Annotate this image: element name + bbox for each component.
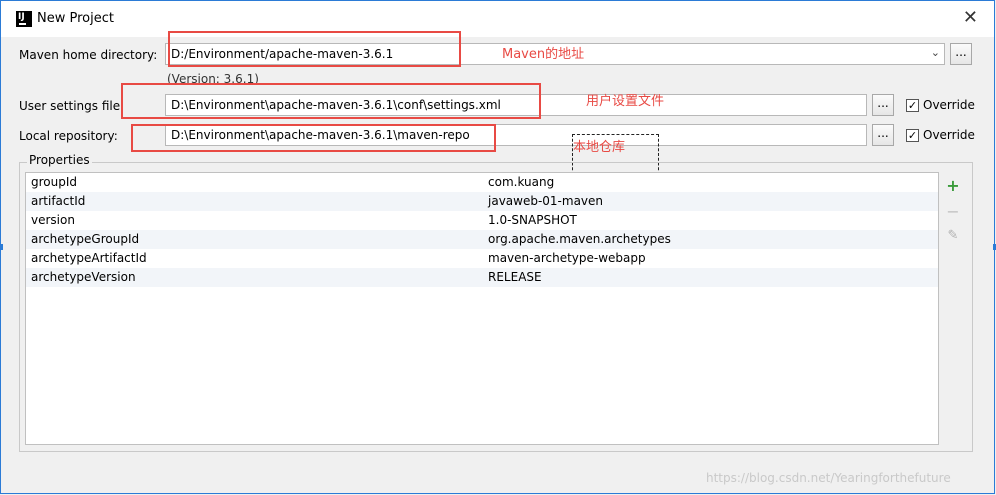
annotation-maven-home: Maven的地址 <box>502 47 585 62</box>
annotation-box-local-repo <box>131 124 496 152</box>
chevron-down-icon[interactable]: ⌄ <box>931 46 940 59</box>
user-settings-override-label: Override <box>923 98 975 112</box>
annotation-box-maven-home <box>168 31 461 67</box>
property-value[interactable]: org.apache.maven.archetypes <box>488 232 671 246</box>
window-title: New Project <box>37 11 114 26</box>
property-key: version <box>31 213 75 227</box>
table-row[interactable]: archetypeVersion RELEASE <box>26 268 938 287</box>
local-repo-label: Local repository: <box>19 129 118 143</box>
local-repo-override-checkbox[interactable]: ✓ <box>906 129 919 142</box>
property-key: archetypeGroupId <box>31 232 140 246</box>
user-settings-override-checkbox[interactable]: ✓ <box>906 99 919 112</box>
watermark: https://blog.csdn.net/Yearingforthefutur… <box>706 471 951 485</box>
property-value[interactable]: javaweb-01-maven <box>488 194 603 208</box>
remove-icon[interactable]: − <box>940 202 966 222</box>
resize-handle-left[interactable] <box>0 244 3 250</box>
table-row[interactable]: archetypeArtifactId maven-archetype-webap… <box>26 249 938 268</box>
properties-table: groupId com.kuang artifactId javaweb-01-mav… <box>25 172 939 445</box>
user-settings-label: User settings file: <box>19 99 125 113</box>
title-bar: IJ New Project ✕ <box>1 1 994 37</box>
local-repo-override-label: Override <box>923 128 975 142</box>
local-repo-browse-button[interactable]: ... <box>872 124 894 146</box>
property-key: groupId <box>31 175 78 189</box>
table-row[interactable]: version 1.0-SNAPSHOT <box>26 211 938 230</box>
close-icon[interactable]: ✕ <box>963 7 978 28</box>
property-key: archetypeArtifactId <box>31 251 147 265</box>
table-row[interactable]: artifactId javaweb-01-maven <box>26 192 938 211</box>
annotation-user-settings: 用户设置文件 <box>586 94 665 109</box>
property-value[interactable]: RELEASE <box>488 270 542 284</box>
edit-icon[interactable]: ✎ <box>940 228 966 248</box>
table-row[interactable]: groupId com.kuang <box>26 173 938 192</box>
add-icon[interactable]: + <box>940 176 966 196</box>
annotation-local-repo: 本地仓库 <box>573 140 626 155</box>
intellij-app-icon: IJ <box>16 11 32 27</box>
maven-home-browse-button[interactable]: ... <box>950 43 972 65</box>
properties-title: Properties <box>27 153 92 167</box>
property-value[interactable]: maven-archetype-webapp <box>488 251 646 265</box>
property-key: artifactId <box>31 194 86 208</box>
property-value[interactable]: 1.0-SNAPSHOT <box>488 213 577 227</box>
user-settings-browse-button[interactable]: ... <box>872 94 894 116</box>
property-value[interactable]: com.kuang <box>488 175 554 189</box>
property-key: archetypeVersion <box>31 270 136 284</box>
table-row[interactable]: archetypeGroupId org.apache.maven.archety… <box>26 230 938 249</box>
maven-home-label: Maven home directory: <box>19 48 158 62</box>
annotation-box-user-settings <box>121 83 541 119</box>
